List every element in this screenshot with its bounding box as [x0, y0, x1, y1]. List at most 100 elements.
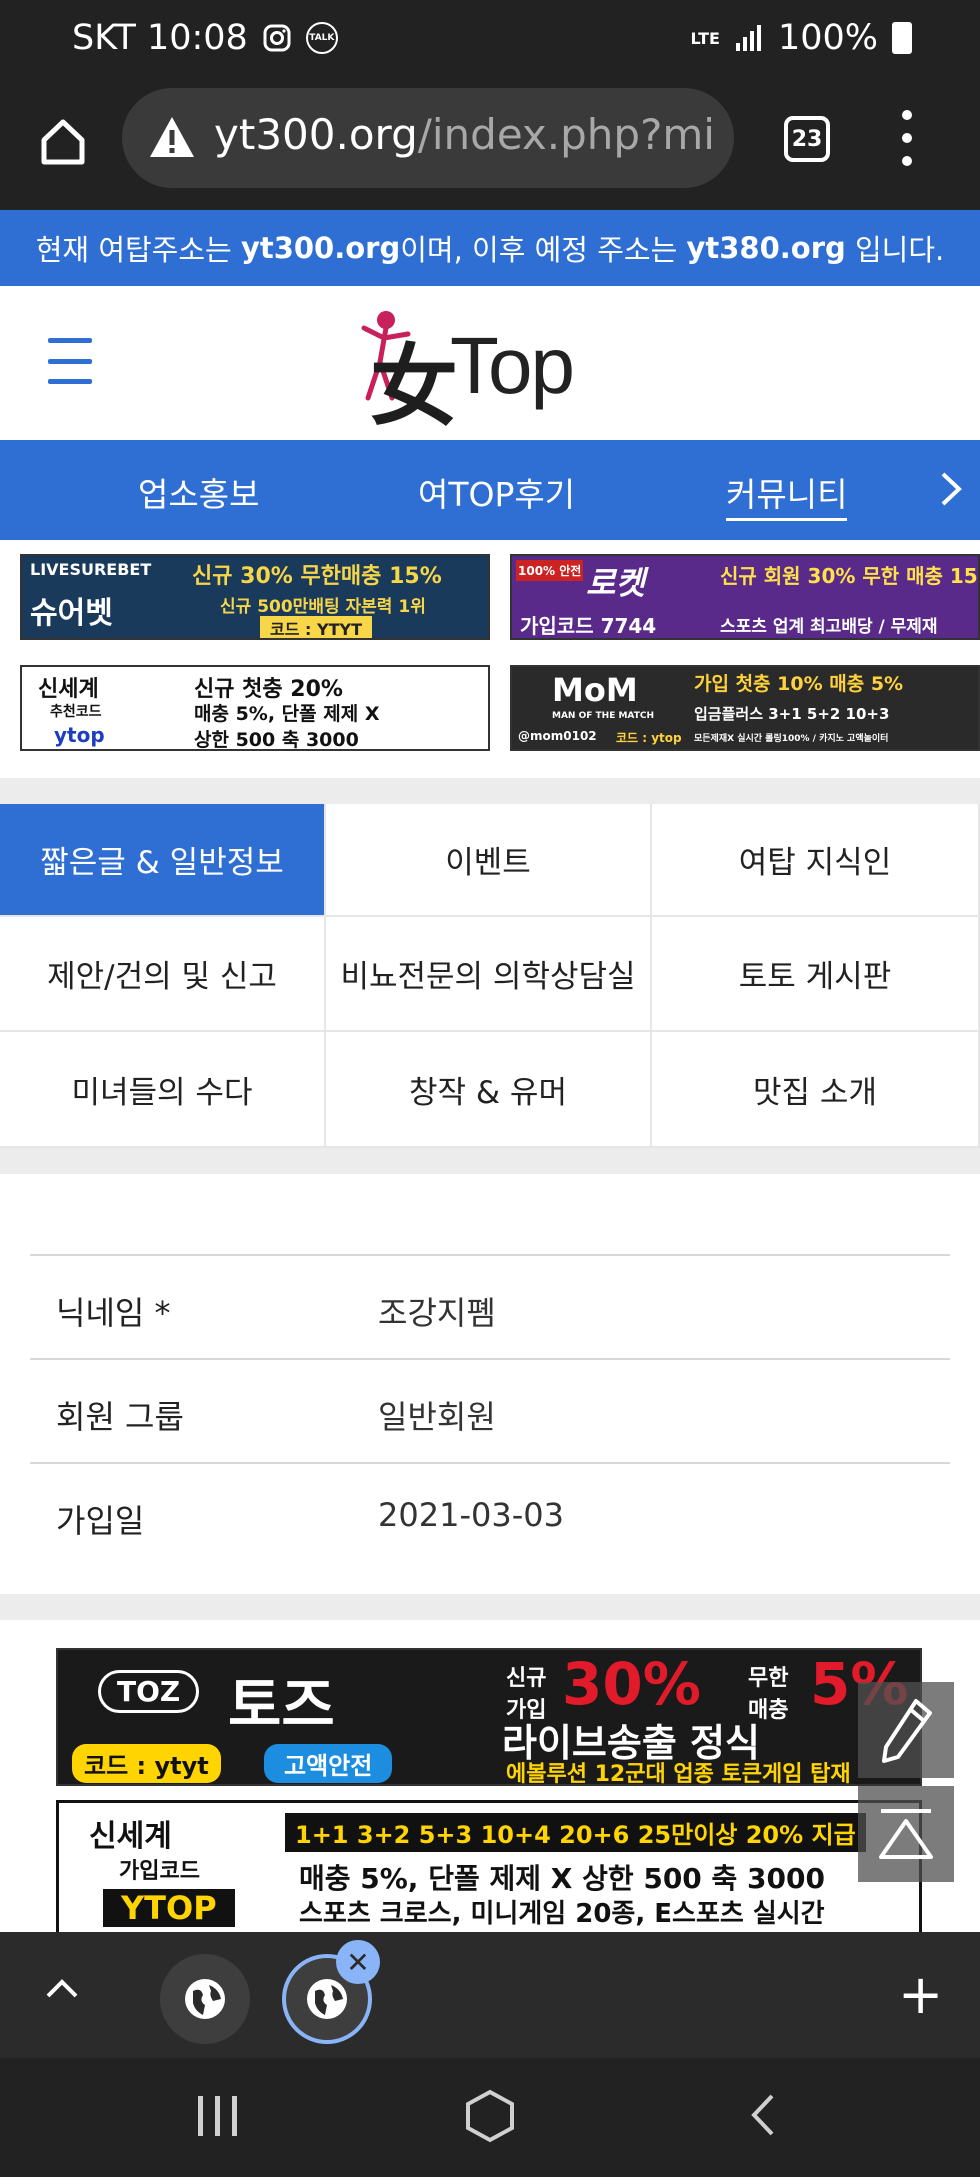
ad-text: 모든제재X 실시간 롤링100% / 카지노 고액놀이터: [694, 734, 889, 744]
status-bar: SKT 10:08 TALK LTE 100%: [0, 0, 980, 82]
notice-prefix: 현재 여탑주소는: [35, 233, 241, 267]
chevron-up-icon[interactable]: [44, 1976, 80, 2000]
profile-table: 닉네임 * 조강지폠 회원 그룹 일반회원 가입일 2021-03-03: [30, 1254, 950, 1566]
address-bar[interactable]: yt300.org/index.php?mid: [122, 88, 734, 188]
network-type: LTE: [690, 28, 720, 48]
ad-text: 가입코드 7744: [520, 614, 657, 638]
home-icon[interactable]: [38, 116, 88, 166]
tab-switcher-button[interactable]: 23: [784, 116, 830, 162]
board-short-posts[interactable]: 짧은글 & 일반정보: [0, 804, 326, 917]
nav-item-reviews[interactable]: 여TOP후기: [418, 468, 575, 516]
ad-banner-mom[interactable]: MoM @mom0102 MAN OF THE MATCH 코드 : ytop …: [510, 665, 980, 751]
board-toto[interactable]: 토토 게시판: [652, 917, 980, 1032]
ad-text: 매충 5%, 단폴 제제 X 상한 500 축 3000: [299, 1862, 825, 1895]
ad-banner-shinsegye[interactable]: 신세계 추천코드 ytop 신규 첫충 20% 매충 5%, 단폴 제제 X 상…: [20, 665, 490, 751]
warning-icon[interactable]: [148, 114, 196, 160]
profile-row-joined: 가입일 2021-03-03: [30, 1462, 950, 1566]
ad-banner-shinsegye-wide[interactable]: 신세계 가입코드 YTOP 1+1 3+2 5+3 10+4 20+6 25만이…: [56, 1800, 922, 1940]
ad-banner-toz[interactable]: TOZ 토즈 코드 : ytyt 고액안전 신규 가입 30% 무한 매충 5%…: [56, 1648, 922, 1786]
logo-text: Top: [450, 321, 575, 410]
board-knowledge[interactable]: 여탑 지식인: [652, 804, 980, 917]
pencil-icon[interactable]: [858, 1682, 954, 1778]
ad-text: 스포츠 크로스, 미니게임 20종, E스포츠 실시간: [299, 1899, 825, 1929]
carrier-time: SKT 10:08: [72, 18, 248, 58]
site-logo[interactable]: 女 Top: [350, 306, 630, 438]
ad-text: 로켓: [586, 564, 645, 602]
bottom-ads: TOZ 토즈 코드 : ytyt 고액안전 신규 가입 30% 무한 매충 5%…: [0, 1620, 980, 1940]
section-divider: [0, 1148, 980, 1174]
board-suggestions[interactable]: 제안/건의 및 신고: [0, 917, 326, 1032]
board-urology[interactable]: 비뇨전문의 의학상담실: [326, 917, 652, 1032]
site-header: 女 Top: [0, 286, 980, 440]
ad-text: 슈어벳: [30, 596, 113, 631]
board-humor[interactable]: 창작 & 유머: [326, 1032, 652, 1148]
new-tab-icon[interactable]: +: [898, 1968, 943, 2022]
ad-text: 코드 : ytop: [616, 731, 682, 745]
ad-text: MoM: [552, 671, 638, 709]
ad-text: 신규 30% 무한매충 15%: [192, 564, 442, 589]
notice-middle: 이며, 이후 예정 주소는: [400, 233, 687, 267]
notice-suffix: 입니다.: [845, 233, 945, 267]
ad-text: 추천코드: [50, 704, 102, 720]
ad-text: 에볼루션 12군대 업종 토큰게임 탑재: [506, 1762, 851, 1786]
main-nav: 업소홍보 여TOP후기 커뮤니티: [0, 440, 980, 540]
more-menu-icon[interactable]: [892, 110, 922, 166]
ad-text: 고액안전: [264, 1744, 393, 1783]
tab-count: 23: [791, 126, 823, 152]
address-notice: 현재 여탑주소는 yt300.org 이며, 이후 예정 주소는 yt380.o…: [0, 210, 980, 286]
ad-text: 입금플러스 3+1 5+2 10+3: [694, 705, 890, 723]
tab-thumbnail[interactable]: [160, 1954, 250, 2044]
home-button-icon[interactable]: [464, 2088, 516, 2144]
logo-kanji: 女: [370, 335, 459, 438]
profile-value: 일반회원: [378, 1398, 496, 1436]
ad-text: 신세계: [89, 1819, 172, 1854]
ad-text: 상한 500 축 3000: [194, 729, 359, 751]
ad-text: 가입 첫충 10% 매충 5%: [694, 673, 904, 695]
battery-icon: [892, 22, 912, 54]
ad-text: 1+1 3+2 5+3 10+4 20+6 25만이상 20% 지급: [285, 1813, 866, 1852]
notice-next-domain: yt380.org: [686, 231, 846, 265]
close-tab-icon[interactable]: ✕: [336, 1940, 380, 1984]
board-chat[interactable]: 미녀들의 수다: [0, 1032, 326, 1148]
profile-label: 가입일: [56, 1502, 145, 1540]
ad-banner-surebet[interactable]: LIVESUREBET 신규 30% 무한매충 15% 슈어벳 신규 500만배…: [20, 554, 490, 640]
ad-text: 30%: [562, 1650, 701, 1718]
ad-text: LIVESUREBET: [30, 560, 152, 579]
nav-item-promo[interactable]: 업소홍보: [138, 468, 259, 516]
board-restaurants[interactable]: 맛집 소개: [652, 1032, 980, 1148]
hamburger-icon[interactable]: [48, 338, 92, 384]
ad-text: 신규 회원 30% 무한 매충 15%: [720, 564, 980, 588]
status-right: LTE 100%: [691, 18, 912, 58]
url-text[interactable]: yt300.org/index.php?mid: [214, 110, 714, 159]
url-path: /index.php?mid: [417, 110, 714, 159]
notice-current-domain: yt300.org: [240, 231, 401, 265]
ad-text: 신규 500만배팅 자본력 1위: [220, 597, 426, 617]
battery-level: 100%: [777, 18, 878, 58]
kakaotalk-icon: TALK: [305, 22, 338, 54]
nav-item-community[interactable]: 커뮤니티: [726, 468, 848, 521]
profile-row-group: 회원 그룹 일반회원: [30, 1358, 950, 1462]
ad-text: YTOP: [103, 1889, 235, 1927]
system-nav-bar: [0, 2058, 980, 2177]
profile-row-nickname: 닉네임 * 조강지폠: [30, 1254, 950, 1358]
url-domain: yt300.org: [214, 110, 418, 159]
signal-icon: [735, 25, 761, 51]
ad-text: 매충 5%, 단폴 제제 X: [194, 703, 380, 725]
instagram-icon: [263, 24, 291, 52]
ad-text: MAN OF THE MATCH: [552, 711, 654, 721]
ad-text: 코드 : ytyt: [72, 1744, 221, 1783]
member-profile: 닉네임 * 조강지폠 회원 그룹 일반회원 가입일 2021-03-03: [0, 1174, 980, 1594]
board-events[interactable]: 이벤트: [326, 804, 652, 917]
chevron-right-icon[interactable]: [938, 470, 964, 508]
ad-text: 100% 안전: [516, 560, 584, 581]
back-icon[interactable]: [748, 2092, 778, 2138]
board-menu: 짧은글 & 일반정보 이벤트 여탑 지식인 제안/건의 및 신고 비뇨전문의 의…: [0, 804, 980, 1148]
section-divider: [0, 1594, 980, 1620]
browser-toolbar: yt300.org/index.php?mid 23: [0, 82, 980, 210]
status-left: SKT 10:08 TALK: [72, 18, 338, 58]
recent-apps-icon[interactable]: [198, 2096, 237, 2136]
ad-banner-rocket[interactable]: 100% 안전 로켓 신규 회원 30% 무한 매충 15% 가입코드 7744…: [510, 554, 980, 640]
scroll-top-icon[interactable]: [858, 1786, 954, 1882]
section-divider: [0, 778, 980, 804]
profile-label: 회원 그룹: [56, 1398, 184, 1436]
